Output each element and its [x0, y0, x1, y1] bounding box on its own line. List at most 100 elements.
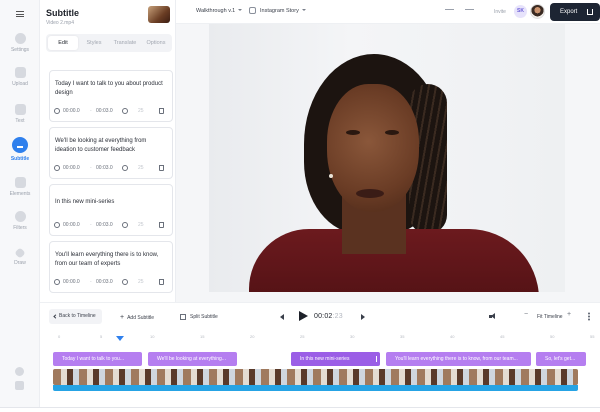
- subtitle-text[interactable]: We'll be looking at everything from idea…: [55, 137, 165, 154]
- trash-icon[interactable]: [159, 222, 164, 228]
- trash-icon[interactable]: [159, 279, 164, 285]
- resize-handle[interactable]: [375, 356, 377, 362]
- audio-waveform[interactable]: [53, 385, 578, 391]
- video-preview[interactable]: [209, 24, 565, 292]
- start-time-field[interactable]: 00:00.0: [63, 222, 80, 228]
- fit-timeline-button[interactable]: Fit Timeline: [537, 314, 563, 320]
- playhead[interactable]: [116, 336, 124, 341]
- menu-icon[interactable]: [16, 11, 24, 17]
- undo-icon[interactable]: [445, 9, 454, 14]
- subtitle-icon: [12, 137, 28, 153]
- sidebar-item-filters[interactable]: Filters: [0, 211, 40, 245]
- subtitle-card[interactable]: You'll learn everything there is to know…: [49, 241, 173, 293]
- subtitle-card[interactable]: Today I want to talk to you about produc…: [49, 70, 173, 122]
- zoom-in-button[interactable]: +: [567, 311, 571, 318]
- time-ruler[interactable]: 0 5 10 15 20 25 30 35 40 45 50 55: [40, 332, 600, 342]
- zoom-out-button[interactable]: −: [524, 311, 528, 318]
- instagram-icon: [249, 7, 256, 14]
- subtitle-segment[interactable]: You'll learn everything there is to know…: [386, 352, 531, 366]
- start-time-field[interactable]: 00:00.0: [63, 165, 80, 171]
- skip-forward-icon[interactable]: [361, 314, 365, 320]
- duration-icon: [122, 108, 128, 114]
- tab-styles[interactable]: Styles: [79, 36, 109, 50]
- invite-button[interactable]: Invite: [494, 9, 506, 15]
- subtitle-panel: Subtitle Video 2.mp4 Edit Styles Transla…: [40, 0, 176, 302]
- subtitle-text[interactable]: In this new mini-series: [55, 198, 165, 207]
- sidebar-item-label: Elements: [9, 191, 31, 197]
- sidebar-item-label: Text: [15, 118, 25, 124]
- subtitle-track: Today I want to talk to you... We'll be …: [53, 352, 598, 366]
- split-subtitle-button[interactable]: Split Subtitle: [190, 314, 218, 320]
- panel-tabs: Edit Styles Translate Options: [46, 34, 172, 52]
- split-icon: [180, 314, 186, 320]
- subtitle-segment-selected[interactable]: In this new mini-series: [291, 352, 380, 366]
- preview-lips: [356, 189, 384, 198]
- preview-eye: [385, 130, 399, 135]
- keyboard-icon[interactable]: [15, 381, 24, 390]
- panel-file-name: Video 2.mp4: [46, 20, 74, 26]
- timeline[interactable]: 0 5 10 15 20 25 30 35 40 45 50 55 Today …: [40, 330, 600, 402]
- sidebar-item-label: Upload: [12, 81, 28, 87]
- subtitle-timing: 00:00.0 - 00:03.0 25: [52, 105, 170, 117]
- video-track-filmstrip[interactable]: [53, 369, 578, 385]
- back-to-timeline-button[interactable]: Back to Timeline: [49, 309, 102, 324]
- sidebar-item-label: Settings: [10, 47, 30, 53]
- duration-icon: [122, 165, 128, 171]
- subtitle-text[interactable]: You'll learn everything there is to know…: [55, 251, 165, 268]
- top-bar: Walkthrough v.1 Instagram Story Invite S…: [176, 0, 600, 24]
- export-button[interactable]: Export: [550, 3, 600, 21]
- subtitle-segment[interactable]: Today I want to talk to you...: [53, 352, 142, 366]
- format-dropdown[interactable]: Instagram Story: [260, 8, 306, 14]
- subtitle-text[interactable]: Today I want to talk to you about produc…: [55, 80, 165, 97]
- sidebar-item-settings[interactable]: Settings: [0, 33, 40, 67]
- sidebar-item-text[interactable]: Text: [0, 104, 40, 138]
- more-options-icon[interactable]: [588, 312, 590, 321]
- export-label: Export: [560, 9, 578, 15]
- play-icon[interactable]: [299, 311, 308, 321]
- help-icon[interactable]: [15, 367, 24, 376]
- subtitle-segment[interactable]: We'll be looking at everything...: [148, 352, 237, 366]
- redo-icon[interactable]: [465, 9, 474, 14]
- pencil-icon: [14, 247, 26, 259]
- subtitle-card[interactable]: In this new mini-series 00:00.0 - 00:03.…: [49, 184, 173, 236]
- ruler-tick: 40: [450, 334, 455, 339]
- chevron-down-icon: [238, 9, 243, 11]
- sidebar-item-label: Subtitle: [10, 156, 30, 162]
- trash-icon[interactable]: [159, 165, 164, 171]
- end-time-field[interactable]: 00:03.0: [96, 165, 113, 171]
- end-time-field[interactable]: 00:03.0: [96, 279, 113, 285]
- volume-icon[interactable]: [489, 313, 497, 320]
- video-thumbnail[interactable]: [148, 6, 170, 23]
- ruler-tick: 55: [590, 334, 595, 339]
- subtitle-timing: 00:00.0 - 00:03.0 25: [52, 219, 170, 231]
- transport-bar: Back to Timeline Add Subtitle Split Subt…: [40, 302, 600, 330]
- clock-icon: [54, 279, 60, 285]
- skip-back-icon[interactable]: [280, 314, 284, 320]
- ruler-tick: 10: [150, 334, 155, 339]
- subtitle-timing: 00:00.0 - 00:03.0 25: [52, 162, 170, 174]
- end-time-field[interactable]: 00:03.0: [96, 108, 113, 114]
- collaborator-avatar[interactable]: SK: [514, 5, 527, 18]
- subtitle-card[interactable]: We'll be looking at everything from idea…: [49, 127, 173, 179]
- subtitle-segment[interactable]: So, let's get...: [536, 352, 586, 366]
- preview-eye: [346, 130, 360, 135]
- start-time-field[interactable]: 00:00.0: [63, 108, 80, 114]
- time-frames: :23: [332, 313, 343, 320]
- ruler-tick: 30: [350, 334, 355, 339]
- sidebar-item-upload[interactable]: Upload: [0, 67, 40, 101]
- user-avatar[interactable]: [530, 4, 545, 19]
- trash-icon[interactable]: [159, 108, 164, 114]
- tab-options[interactable]: Options: [141, 36, 171, 50]
- tab-edit[interactable]: Edit: [48, 36, 78, 50]
- project-name-dropdown[interactable]: Walkthrough v.1: [196, 8, 243, 14]
- start-time-field[interactable]: 00:00.0: [63, 279, 80, 285]
- sidebar-item-subtitle[interactable]: Subtitle: [0, 137, 40, 171]
- sidebar-item-elements[interactable]: Elements: [0, 177, 40, 211]
- add-subtitle-button[interactable]: Add Subtitle: [120, 314, 154, 321]
- duration-value: 25: [138, 108, 144, 114]
- tab-translate[interactable]: Translate: [110, 36, 140, 50]
- duration-icon: [122, 279, 128, 285]
- ruler-tick: 45: [500, 334, 505, 339]
- sidebar-item-draw[interactable]: Draw: [0, 247, 40, 283]
- end-time-field[interactable]: 00:03.0: [96, 222, 113, 228]
